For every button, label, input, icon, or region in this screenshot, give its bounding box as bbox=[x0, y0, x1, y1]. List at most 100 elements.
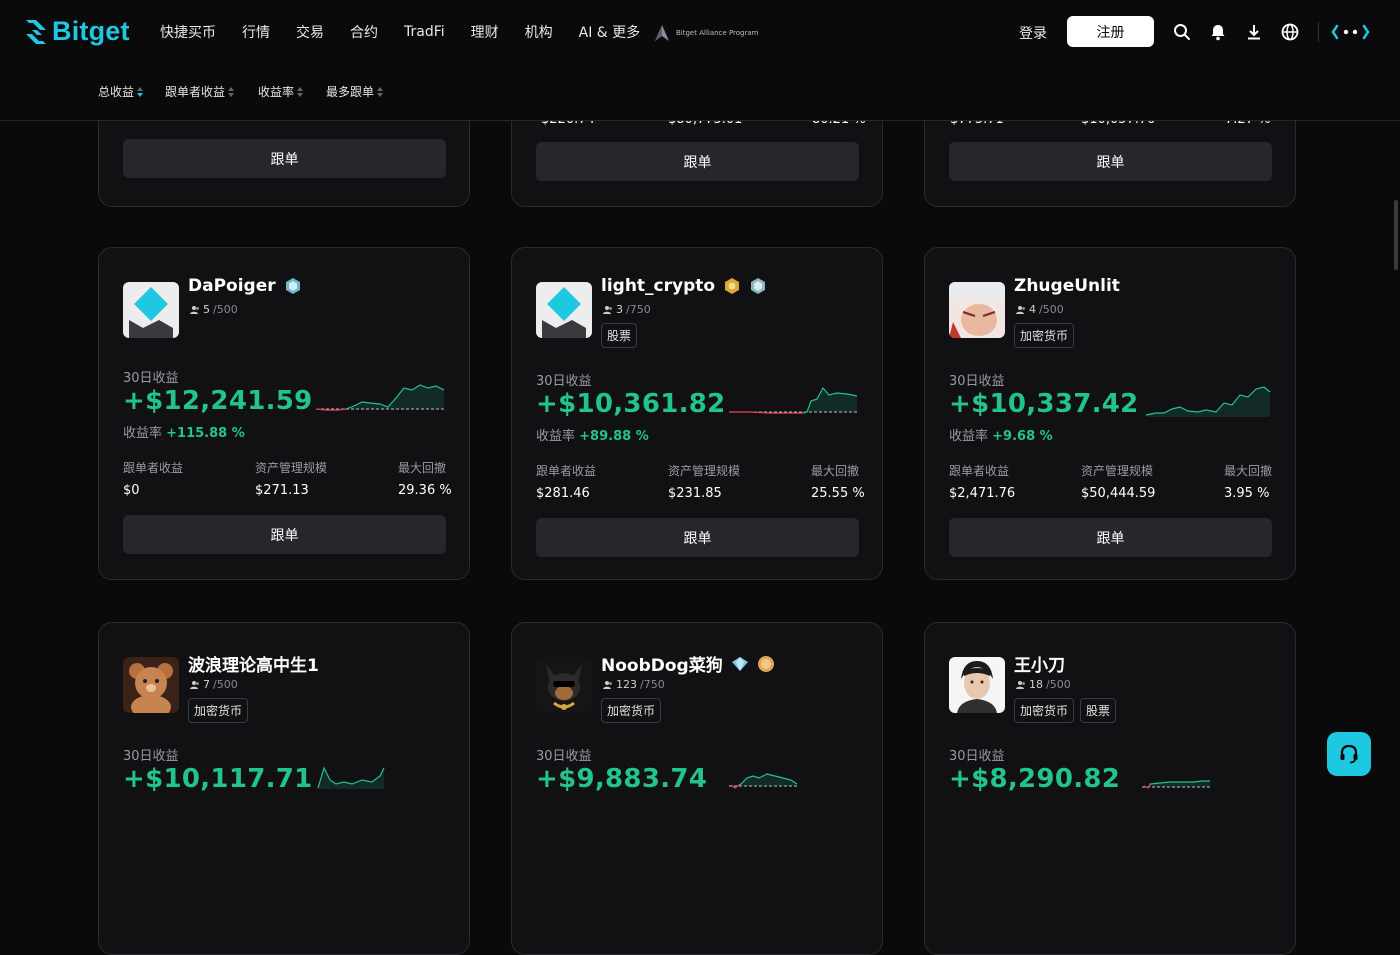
profit-sparkline bbox=[316, 384, 446, 411]
page-scrollbar[interactable] bbox=[1394, 200, 1398, 270]
download-icon[interactable] bbox=[1244, 22, 1264, 42]
follow-button[interactable]: 跟单 bbox=[949, 518, 1272, 557]
profit-30d-label: 30日收益 bbox=[123, 371, 179, 386]
users-icon bbox=[190, 680, 199, 689]
bitget-logo[interactable]: Bitget bbox=[24, 16, 130, 47]
alliance-text: Bitget Alliance Program bbox=[676, 29, 759, 37]
sort-total-profit[interactable]: 总收益 bbox=[98, 83, 144, 100]
trader-name-row: NoobDog菜狗 bbox=[601, 651, 775, 676]
drawdown-value: 25.55 % bbox=[811, 486, 865, 501]
profit-30d-value: +$12,241.59 bbox=[123, 386, 313, 416]
teddy-bear-avatar-icon bbox=[123, 657, 179, 713]
gold-coin-badge-icon bbox=[757, 655, 774, 672]
bell-icon[interactable] bbox=[1208, 22, 1228, 42]
sort-label: 收益率 bbox=[258, 85, 295, 99]
aum-label: 资产管理规模 bbox=[255, 461, 328, 475]
sort-arrows-icon bbox=[228, 86, 235, 97]
avatar[interactable] bbox=[536, 657, 592, 713]
follower-current: 7 bbox=[203, 678, 210, 691]
sort-follower-profit[interactable]: 跟单者收益 bbox=[165, 83, 235, 100]
profit-30d-value: +$8,290.82 bbox=[949, 764, 1121, 794]
trader-card[interactable]: ZhugeUnlit 4/500 加密货币 30日收益 +$10,337.42 … bbox=[924, 247, 1296, 580]
avatar[interactable] bbox=[123, 282, 179, 338]
profit-30d-value: +$10,337.42 bbox=[949, 389, 1139, 419]
trader-name[interactable]: 波浪理论高中生1 bbox=[188, 651, 319, 676]
roi-label: 收益率 bbox=[536, 429, 576, 444]
follow-button[interactable]: 跟单 bbox=[123, 515, 446, 554]
gold-badge-icon bbox=[725, 278, 740, 294]
register-button[interactable]: 注册 bbox=[1067, 16, 1154, 47]
code-brackets-icon[interactable] bbox=[1331, 22, 1371, 42]
follower-max: 500 bbox=[216, 678, 238, 691]
trader-name[interactable]: light_crypto bbox=[601, 276, 715, 296]
roi-row: 收益率 +115.88 % bbox=[123, 422, 245, 441]
nav-ai-more[interactable]: AI & 更多 bbox=[579, 22, 641, 42]
tag-list: 加密货币 bbox=[1014, 323, 1075, 348]
nav-markets[interactable]: 行情 bbox=[242, 22, 270, 42]
tag-list: 股票 bbox=[601, 323, 638, 348]
roi-label: 收益率 bbox=[123, 426, 163, 441]
sort-most-followed[interactable]: 最多跟单 bbox=[326, 83, 384, 100]
profit-sparkline bbox=[317, 766, 385, 789]
globe-icon[interactable] bbox=[1280, 22, 1300, 42]
profit-30d-label: 30日收益 bbox=[949, 374, 1005, 389]
trader-name[interactable]: NoobDog菜狗 bbox=[601, 651, 723, 676]
search-icon[interactable] bbox=[1172, 22, 1192, 42]
avatar[interactable] bbox=[949, 657, 1005, 713]
follow-button[interactable]: 跟单 bbox=[949, 142, 1272, 181]
sort-roi[interactable]: 收益率 bbox=[258, 83, 304, 100]
follower-count: 18/500 bbox=[1016, 678, 1071, 691]
follow-button[interactable]: 跟单 bbox=[536, 518, 859, 557]
users-icon bbox=[603, 680, 612, 689]
dog-avatar-icon bbox=[536, 657, 592, 713]
trader-name[interactable]: DaPoiger bbox=[188, 276, 276, 296]
avatar[interactable] bbox=[123, 657, 179, 713]
nav-trade[interactable]: 交易 bbox=[296, 22, 324, 42]
trader-card[interactable]: 王小刀 18/500 加密货币 股票 30日收益 +$8,290.82 bbox=[924, 622, 1296, 955]
trader-card[interactable]: light_crypto 3/750 股票 30日收益 +$10,361.82 … bbox=[511, 247, 883, 580]
sort-bar: 总收益 跟单者收益 收益率 最多跟单 bbox=[0, 64, 1400, 121]
avatar[interactable] bbox=[536, 282, 592, 338]
users-icon bbox=[1016, 305, 1025, 314]
roi-value: +9.68 % bbox=[992, 429, 1053, 444]
tag-list: 加密货币 bbox=[188, 698, 249, 723]
trader-card[interactable]: DaPoiger 5/500 30日收益 +$12,241.59 收益率 +11… bbox=[98, 247, 470, 580]
diamond-badge-icon bbox=[731, 656, 748, 671]
tag-stocks: 股票 bbox=[601, 323, 638, 348]
follower-profit-value: $2,471.76 bbox=[949, 486, 1016, 501]
follow-button[interactable]: 跟单 bbox=[536, 142, 859, 181]
follower-current: 5 bbox=[203, 303, 210, 316]
nav-tradfi[interactable]: TradFi bbox=[404, 24, 445, 40]
follow-button[interactable]: 跟单 bbox=[123, 139, 446, 178]
follower-count: 7/500 bbox=[190, 678, 238, 691]
nav-quick-buy[interactable]: 快捷买币 bbox=[160, 22, 216, 42]
follower-max: 500 bbox=[216, 303, 238, 316]
profit-30d-label: 30日收益 bbox=[536, 749, 592, 764]
trader-name-row: 波浪理论高中生1 bbox=[188, 651, 319, 676]
follower-count: 5/500 bbox=[190, 303, 238, 316]
headset-icon bbox=[1340, 744, 1358, 764]
trader-card[interactable]: NoobDog菜狗 123/750 加密货币 30日收益 +$9,883.74 bbox=[511, 622, 883, 955]
default-avatar-icon bbox=[123, 282, 179, 338]
avatar[interactable] bbox=[949, 282, 1005, 338]
tag-crypto: 加密货币 bbox=[1014, 323, 1075, 348]
customer-support-button[interactable] bbox=[1327, 732, 1371, 776]
trader-name-row: light_crypto bbox=[601, 276, 767, 296]
nav-futures[interactable]: 合约 bbox=[350, 22, 378, 42]
login-link[interactable]: 登录 bbox=[1019, 23, 1047, 43]
aum-value: $231.85 bbox=[668, 486, 722, 501]
anime-avatar-icon bbox=[949, 282, 1005, 338]
nav-earn[interactable]: 理财 bbox=[471, 22, 499, 42]
trader-name[interactable]: 王小刀 bbox=[1014, 651, 1065, 676]
alliance-program-link[interactable]: Bitget Alliance Program bbox=[654, 24, 758, 42]
tag-stocks: 股票 bbox=[1080, 698, 1117, 723]
profit-sparkline bbox=[729, 773, 799, 789]
nav-institutional[interactable]: 机构 bbox=[525, 22, 553, 42]
trader-name[interactable]: ZhugeUnlit bbox=[1014, 276, 1120, 296]
trader-card[interactable]: 波浪理论高中生1 7/500 加密货币 30日收益 +$10,117.71 bbox=[98, 622, 470, 955]
roi-row: 收益率 +9.68 % bbox=[949, 425, 1053, 444]
trader-name-row: ZhugeUnlit bbox=[1014, 276, 1120, 296]
users-icon bbox=[603, 305, 612, 314]
follower-count: 4/500 bbox=[1016, 303, 1064, 316]
follower-max: 500 bbox=[1049, 678, 1071, 691]
